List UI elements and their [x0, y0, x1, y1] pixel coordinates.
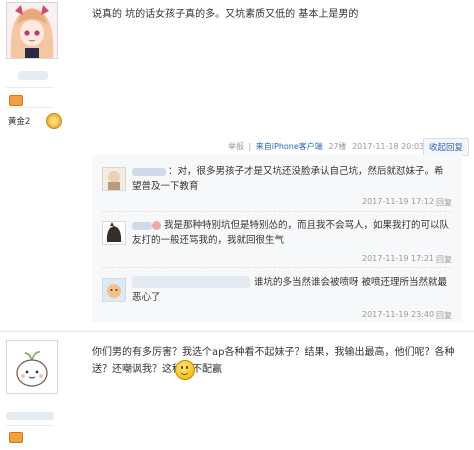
reply-avatar-2[interactable] — [102, 221, 126, 245]
anime-girl-avatar-icon — [7, 3, 57, 58]
reply-avatar-1[interactable] — [102, 167, 126, 191]
user-tag-rule-2 — [6, 107, 54, 108]
user-tag-rule-3 — [6, 425, 54, 426]
username-obscured-2[interactable] — [6, 412, 54, 420]
user-tag-rule — [6, 87, 54, 88]
rank-label: 黄金2 — [8, 117, 31, 127]
report-link[interactable]: 举报 — [228, 142, 244, 151]
reply-avatar-3[interactable] — [102, 278, 126, 302]
reply-time-2: 2017-11-19 17:21 — [362, 254, 435, 263]
post-time: 2017-11-18 20:03 — [352, 142, 425, 151]
reply-avatar-3-icon — [103, 279, 125, 301]
cute-doodle-avatar-icon — [7, 341, 57, 393]
user-avatar-2[interactable] — [6, 340, 58, 394]
level-badge-icon — [9, 95, 23, 106]
reply-time-1: 2017-11-19 17:12 — [362, 197, 435, 206]
post-content: 说真的 坑的话女孩子真的多。又坑素质又低的 基本上是男的 — [92, 9, 359, 20]
level-badge-icon-2 — [9, 432, 23, 443]
reply-action-1[interactable]: 回复 — [436, 197, 452, 208]
reply-panel: ：对，很多男孩子才是又坑还没脸承认自己坑，然后就怼妹子。希望普及一下教育 201… — [92, 155, 462, 322]
user-avatar[interactable] — [6, 2, 58, 59]
post-meta: 举报 | 来自iPhone客户端 27楼 2017-11-18 20:03 — [228, 142, 425, 151]
reply-action-2[interactable]: 回复 — [436, 254, 452, 265]
reply-separator-2 — [102, 267, 452, 268]
reply-text-1: ：对，很多男孩子才是又坑还没脸承认自己坑，然后就怼妹子。希望普及一下教育 — [132, 166, 444, 192]
post-1: 黄金2 说真的 坑的话女孩子真的多。又坑素质又低的 基本上是男的 举报 | 来自… — [0, 0, 474, 322]
reply-avatar-1-icon — [103, 168, 125, 190]
post-2: 你们男的有多厉害？我选个ap各种看不起妹子？结果，我输出最高，他们呢？各种送？还… — [0, 332, 474, 450]
rank-medal-icon — [46, 113, 62, 129]
reply-separator-1 — [102, 211, 452, 212]
post-content-2: 你们男的有多厉害？我选个ap各种看不起妹子？结果，我输出最高，他们呢？各种送？还… — [92, 347, 455, 375]
reply-time-3: 2017-11-19 23:40 — [362, 310, 435, 319]
floor-number: 27楼 — [328, 142, 347, 151]
username-obscured[interactable] — [18, 71, 48, 80]
reply-avatar-2-icon — [103, 222, 125, 244]
reply-text-2: 我是那种特别坑但是特别怂的，而且我不会骂人，如果我打的可以队友打的一般还骂我的，… — [132, 220, 450, 246]
reply-action-3[interactable]: 回复 — [436, 310, 452, 321]
reply-text-3: 谁坑的多当然谁会被喷呀 被喷还理所当然就最恶心了 — [132, 277, 448, 303]
smile-emoji-icon — [175, 360, 195, 380]
collapse-replies-button[interactable]: 收起回复 — [423, 138, 470, 156]
source-label[interactable]: 来自iPhone客户端 — [256, 142, 323, 151]
